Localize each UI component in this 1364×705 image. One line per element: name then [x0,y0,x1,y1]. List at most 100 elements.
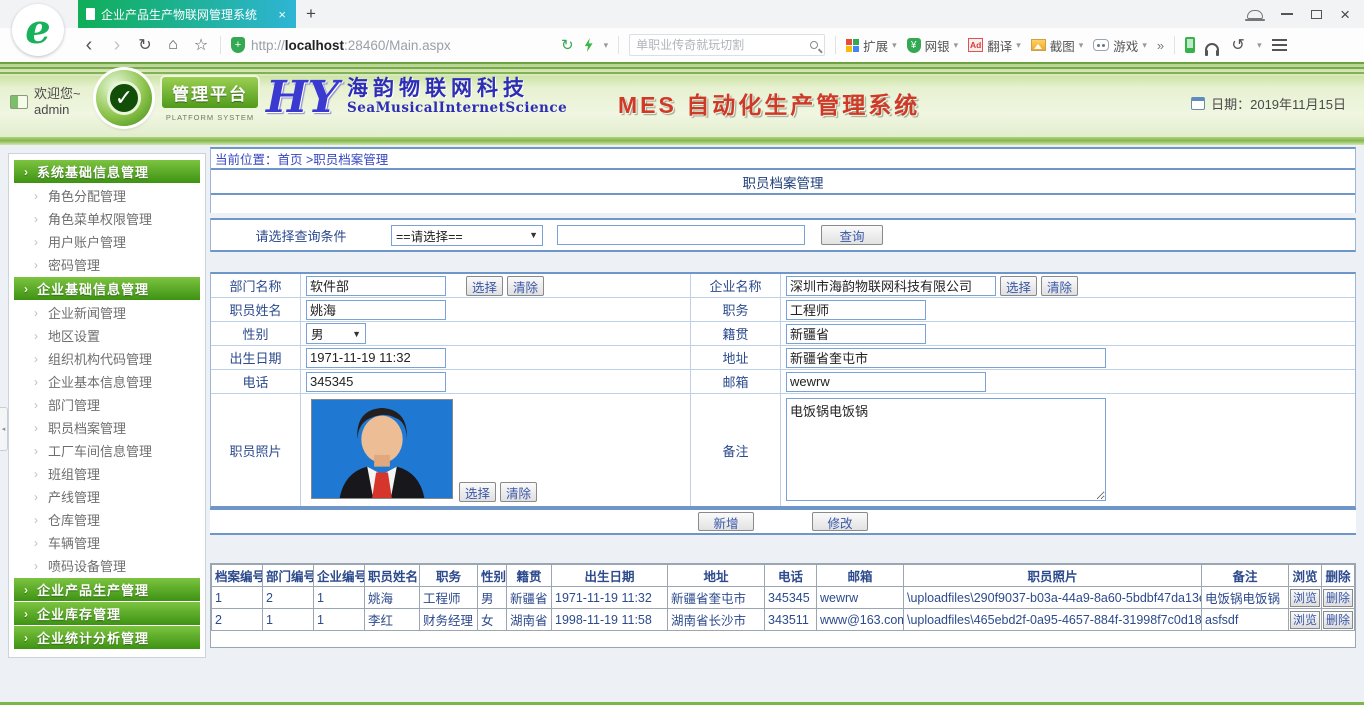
browser-logo-icon[interactable]: e [12,4,64,56]
phone-input[interactable] [306,372,446,392]
note-textarea[interactable]: 电饭锅电饭锅 [786,398,1106,501]
sidebar-item-label: 喷码设备管理 [48,556,126,575]
undo-closed-tab-icon[interactable]: ↺ [1229,35,1247,55]
sidebar-section-header[interactable]: ›企业基础信息管理 [14,277,200,300]
delete-button[interactable]: 删除 [1323,611,1353,629]
gender-select[interactable]: 男 ▼ [306,323,366,344]
address-dropdown-icon[interactable]: ▾ [604,40,609,51]
more-tools-icon[interactable]: » [1157,38,1164,53]
extensions-label: 扩展 [863,36,888,55]
browse-button[interactable]: 浏览 [1290,611,1320,629]
minimize-icon[interactable] [1281,13,1293,15]
undo-dropdown-icon[interactable]: ▾ [1257,40,1262,51]
photo-select-button[interactable]: 选择 [459,482,496,502]
company-clear-button[interactable]: 清除 [1041,276,1078,296]
sidebar-item[interactable]: ›角色菜单权限管理 [12,207,202,230]
sidebar-item[interactable]: › 喷码设备管理 [12,554,202,577]
delete-button[interactable]: 删除 [1323,589,1353,607]
dept-name-input[interactable] [306,276,446,296]
restore-icon[interactable] [1311,10,1322,19]
sidebar-section-header[interactable]: ›系统基础信息管理 [14,160,200,183]
sidebar-collapse-handle[interactable]: ◂ [0,407,8,451]
query-button[interactable]: 查询 [821,225,883,245]
sidebar-item-label: 班组管理 [48,464,100,483]
speed-bolt-icon[interactable] [584,38,594,52]
sidebar-item-label: 角色菜单权限管理 [48,209,152,228]
search-box[interactable] [629,34,825,56]
netbank-button[interactable]: ¥ 网银 ▾ [907,36,959,55]
chevron-right-icon: › [34,258,38,272]
sidebar-menu: ›系统基础信息管理›角色分配管理›角色菜单权限管理›用户账户管理›密码管理›企业… [8,153,206,658]
sidebar-item[interactable]: ›职员档案管理 [12,416,202,439]
browser-tab[interactable]: 企业产品生产物联网管理系统 × [78,0,296,28]
tab-close-icon[interactable]: × [276,7,288,22]
company-select-button[interactable]: 选择 [1000,276,1037,296]
adblock-icon[interactable]: ↻ [561,36,574,54]
extensions-button[interactable]: 扩展 ▾ [846,36,897,55]
sidebar-item[interactable]: ›班组管理 [12,462,202,485]
sidebar-item[interactable]: ›用户账户管理 [12,230,202,253]
column-header: 职务 [420,565,478,587]
screenshot-button[interactable]: 截图 ▾ [1031,36,1084,55]
sidebar-item[interactable]: ›工厂车间信息管理 [12,439,202,462]
records-table: 档案编号部门编号企业编号职员姓名职务性别籍贯出生日期地址电话邮箱职员照片备注浏览… [211,564,1355,631]
games-button[interactable]: 游戏 ▾ [1093,36,1147,55]
forward-icon[interactable]: › [108,34,126,57]
sidebar-section-header[interactable]: ›企业产品生产管理 [14,578,200,601]
close-icon[interactable]: × [1340,6,1350,23]
date-text: 日期：2019年11月15日 [1211,94,1346,113]
sidebar-item[interactable]: ›产线管理 [12,485,202,508]
mobile-connect-icon[interactable] [1185,37,1195,53]
security-shield-icon[interactable]: + [231,37,245,53]
email-input[interactable] [786,372,986,392]
search-input[interactable] [636,38,810,52]
table-cell: 工程师 [420,587,478,609]
query-input[interactable] [557,225,805,245]
sidebar-item[interactable]: ›地区设置 [12,324,202,347]
search-icon[interactable] [810,41,818,49]
menu-icon[interactable] [1272,39,1287,41]
table-cell: 李红 [365,609,420,631]
platform-badge-sub: PLATFORM SYSTEM [160,113,260,122]
sidebar-item[interactable]: ›部门管理 [12,393,202,416]
table-cell: wewrw [817,587,904,609]
table-cell: 湖南省 [507,609,552,631]
dept-clear-button[interactable]: 清除 [507,276,544,296]
back-icon[interactable]: ‹ [80,34,98,57]
address-input[interactable] [786,348,1106,368]
sidebar-item[interactable]: ›角色分配管理 [12,184,202,207]
gender-value: 男 [311,324,324,343]
job-input[interactable] [786,300,926,320]
refresh-icon[interactable]: ↻ [136,35,154,55]
skin-theme-icon[interactable] [1247,10,1263,19]
new-tab-button[interactable]: + [296,0,326,28]
url-text[interactable]: http://localhost:28460/Main.aspx [251,38,451,53]
sidebar-item[interactable]: ›密码管理 [12,253,202,276]
sidebar-section-header[interactable]: ›企业统计分析管理 [14,626,200,649]
add-button[interactable]: 新增 [698,512,754,531]
sidebar-item[interactable]: ›企业新闻管理 [12,301,202,324]
sidebar-item[interactable]: ›仓库管理 [12,508,202,531]
sidebar-section-header[interactable]: ›企业库存管理 [14,602,200,625]
modify-button[interactable]: 修改 [812,512,868,531]
table-cell: 删除 [1322,609,1355,631]
sidebar-item[interactable]: ›企业基本信息管理 [12,370,202,393]
divider [1174,36,1175,54]
bookmark-star-icon[interactable]: ☆ [192,35,210,55]
sidebar-item[interactable]: ›车辆管理 [12,531,202,554]
dept-select-button[interactable]: 选择 [466,276,503,296]
translate-button[interactable]: Ad 翻译 ▾ [968,36,1021,55]
photo-clear-button[interactable]: 清除 [500,482,537,502]
headset-icon[interactable] [1205,43,1219,52]
home-icon[interactable]: ⌂ [164,36,182,54]
birth-date-input[interactable] [306,348,446,368]
company-name-input[interactable] [786,276,996,296]
native-place-input[interactable] [786,324,926,344]
query-condition-select[interactable]: ==请选择== ▼ [391,225,543,246]
address-bar[interactable]: + http://localhost:28460/Main.aspx [231,37,551,53]
chevron-right-icon: › [34,559,38,573]
browse-button[interactable]: 浏览 [1290,589,1320,607]
employee-name-input[interactable] [306,300,446,320]
chevron-right-icon: › [24,631,29,645]
sidebar-item[interactable]: ›组织机构代码管理 [12,347,202,370]
